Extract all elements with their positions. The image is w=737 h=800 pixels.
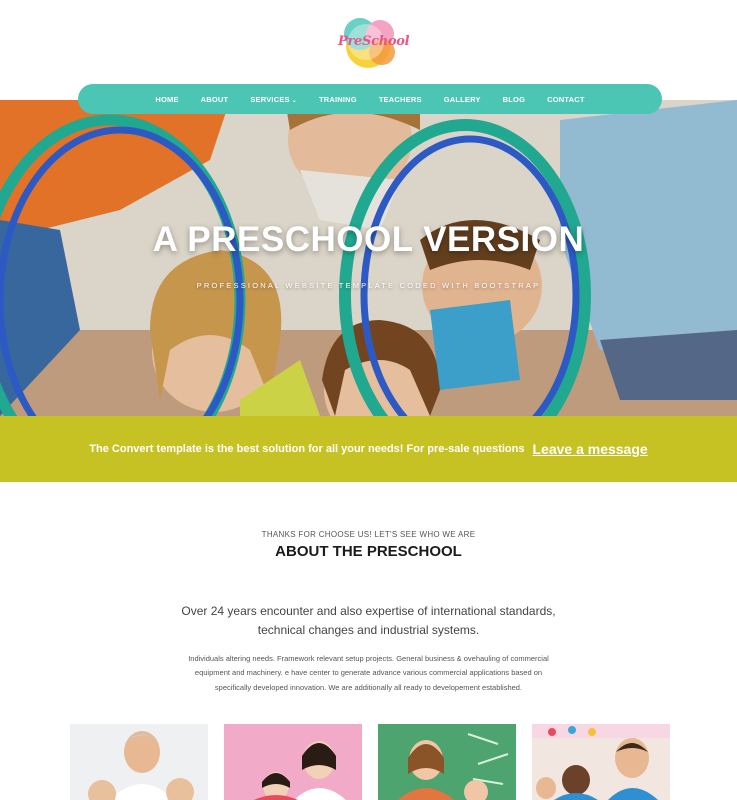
nav-label: TEACHERS bbox=[378, 94, 422, 104]
about-card-image[interactable] bbox=[70, 724, 208, 800]
about-lead: Over 24 years encounter and also experti… bbox=[181, 604, 556, 637]
nav-label: CONTACT bbox=[547, 94, 585, 104]
about-card-image[interactable] bbox=[378, 724, 516, 800]
nav-item-gallery[interactable]: GALLERY bbox=[433, 95, 492, 104]
callout-banner: The Convert template is the best solutio… bbox=[0, 416, 737, 482]
hero-subtitle: PROFESSIONAL WEBSITE TEMPLATE CODED WITH… bbox=[196, 281, 541, 290]
hero-title: A PRESCHOOL VERSION bbox=[152, 220, 585, 259]
teacher-chalkboard-image bbox=[378, 724, 516, 800]
nav-label: HOME bbox=[155, 94, 179, 104]
about-body: Individuals altering needs. Framework re… bbox=[188, 654, 549, 692]
about-title: ABOUT THE PRESCHOOL bbox=[275, 543, 462, 560]
nav-label: SERVICES bbox=[250, 94, 290, 104]
about-kicker: THANKS FOR CHOOSE US! LET'S SEE WHO WE A… bbox=[261, 530, 476, 539]
nav-label: BLOG bbox=[502, 94, 526, 104]
nav-item-about[interactable]: ABOUT bbox=[190, 95, 240, 104]
nav-item-contact[interactable]: CONTACT bbox=[536, 95, 596, 104]
mother-child-image bbox=[224, 724, 362, 800]
nav-item-teachers[interactable]: TEACHERS bbox=[368, 95, 433, 104]
nav-item-home[interactable]: HOME bbox=[144, 95, 189, 104]
nav-item-training[interactable]: TRAINING bbox=[308, 95, 368, 104]
nav-label: GALLERY bbox=[443, 94, 481, 104]
teacher-children-image bbox=[532, 724, 670, 800]
banner-text: The Convert template is the best solutio… bbox=[89, 443, 525, 455]
nav-item-services[interactable]: SERVICES ⌄ bbox=[239, 95, 308, 104]
nav-label: ABOUT bbox=[200, 94, 229, 104]
leave-message-link[interactable]: Leave a message bbox=[532, 441, 647, 457]
nav-item-blog[interactable]: BLOG bbox=[492, 95, 536, 104]
hero-section: A PRESCHOOL VERSION PROFESSIONAL WEBSITE… bbox=[0, 100, 737, 416]
logo-text: PreSchool bbox=[338, 34, 410, 49]
grandfather-kids-image bbox=[70, 724, 208, 800]
chevron-down-icon: ⌄ bbox=[291, 97, 297, 104]
about-card-image[interactable] bbox=[224, 724, 362, 800]
nav-label: TRAINING bbox=[318, 94, 357, 104]
main-nav: HOME ABOUT SERVICES ⌄ TRAINING TEACHERS G… bbox=[78, 84, 662, 114]
about-card-image[interactable] bbox=[532, 724, 670, 800]
preschool-logo[interactable]: PreSchool bbox=[338, 12, 410, 72]
